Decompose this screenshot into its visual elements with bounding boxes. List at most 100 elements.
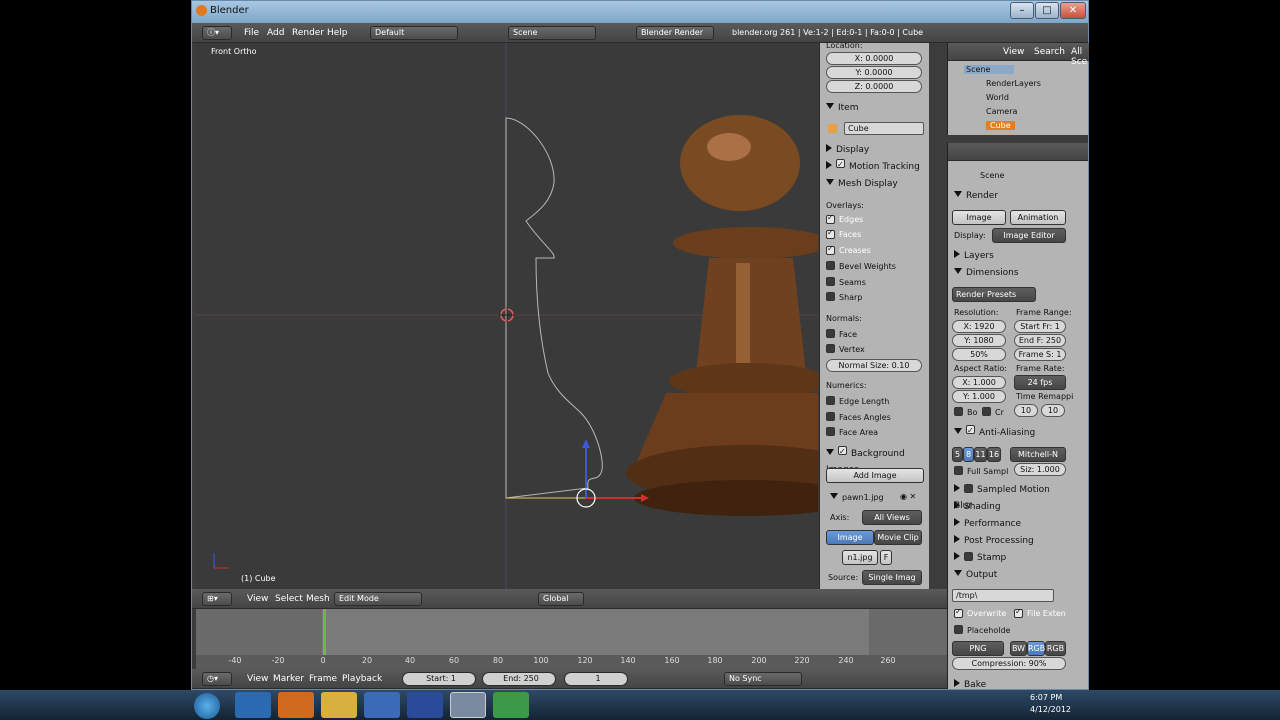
output-path-field[interactable]: /tmp\ [952,589,1054,602]
time-remap-old-field[interactable]: 10 [1014,404,1038,417]
timeline-menu-marker[interactable]: Marker [273,674,304,684]
display-select[interactable]: Image Editor [992,228,1066,243]
edges-checkbox[interactable]: Edges [826,215,863,224]
aa-samples-5[interactable]: 5 [952,447,963,462]
close-button[interactable]: ✕ [1060,2,1086,19]
background-images-section[interactable]: Background Images [822,446,926,475]
bg-image-item[interactable]: pawn1.jpg [830,493,884,502]
file-format-select[interactable]: PNG [952,641,1004,656]
layers-section[interactable]: Layers [950,248,1054,264]
frame-rate-select[interactable]: 24 fps [1014,375,1066,390]
tab-movie-clip[interactable]: Movie Clip [874,530,922,545]
render-animation-button[interactable]: Animation [1010,210,1066,225]
orientation-select[interactable]: Global [538,592,584,606]
app-icon[interactable] [493,692,529,718]
mesh-display-section[interactable]: Mesh Display [822,176,926,192]
resolution-y-field[interactable]: Y: 1080 [952,334,1006,347]
faces-checkbox[interactable]: Faces [826,230,861,239]
display-section[interactable]: Display [822,142,926,158]
outliner-scope-select[interactable]: All Sce [1071,47,1089,67]
media-player-icon[interactable] [364,692,400,718]
start-frame-input[interactable]: Start: 1 [402,672,476,686]
fake-user-button[interactable]: F [880,550,892,565]
shading-section[interactable]: Shading [950,499,1054,515]
3d-viewport[interactable]: Front Ortho (1) Cube [196,43,818,589]
ie-icon[interactable] [235,692,271,718]
color-rgb-button[interactable]: RGB [1027,641,1045,656]
border-checkbox[interactable]: Bo [954,407,977,417]
sharp-checkbox[interactable]: Sharp [826,292,862,302]
file-extensions-checkbox[interactable]: File Exten [1014,609,1066,618]
outliner-item-renderlayers[interactable]: RenderLayers [986,79,1041,88]
3d-editor-type-icon[interactable]: ⊞▾ [202,592,232,606]
firefox-icon[interactable] [278,692,314,718]
minimize-button[interactable]: – [1010,2,1034,19]
outliner-menu-search[interactable]: Search [1034,47,1065,57]
mode-select[interactable]: Edit Mode [334,592,422,606]
crop-checkbox[interactable]: Cr [982,407,1004,417]
outliner-item-camera[interactable]: Camera [986,107,1017,116]
menu-render[interactable]: Render [292,28,324,38]
scene-field[interactable]: Scene [508,26,596,40]
render-engine-select[interactable]: Blender Render [636,26,714,40]
eye-icon[interactable]: ◉ ✕ [900,492,916,501]
start-frame-field[interactable]: Start Fr: 1 [1014,320,1066,333]
normal-size-field[interactable]: Normal Size: 0.10 [826,359,922,372]
add-image-button[interactable]: Add Image [826,468,924,483]
timeline-menu-frame[interactable]: Frame [309,674,337,684]
current-frame-marker[interactable] [323,609,326,657]
timeline[interactable]: -40 -20 0 20 40 60 80 100 120 140 160 18… [196,609,947,669]
blender-taskbar-icon[interactable] [450,692,486,718]
render-image-button[interactable]: Image [952,210,1006,225]
color-bw-button[interactable]: BW [1010,641,1027,656]
timeline-editor-type-icon[interactable]: ◷▾ [202,672,232,686]
location-z-field[interactable]: Z: 0.0000 [826,80,922,93]
screen-layout-field[interactable]: Default [370,26,458,40]
performance-section[interactable]: Performance [950,516,1054,532]
timeline-menu-playback[interactable]: Playback [342,674,382,684]
render-section[interactable]: Render [950,188,1054,204]
dimensions-section[interactable]: Dimensions [950,265,1054,281]
outliner-menu-view[interactable]: View [1003,47,1024,57]
stamp-section[interactable]: Stamp [950,550,1054,566]
motion-blur-section[interactable]: Sampled Motion Blur [950,482,1054,511]
3d-menu-view[interactable]: View [247,594,268,604]
editor-type-icon[interactable]: ⓘ▾ [202,26,232,40]
aspect-x-field[interactable]: X: 1.000 [952,376,1006,389]
compression-field[interactable]: Compression: 90% [952,657,1066,670]
maximize-button[interactable]: □ [1035,2,1059,19]
image-file-field[interactable]: n1.jpg [842,550,878,565]
seams-checkbox[interactable]: Seams [826,277,866,287]
time-remap-new-field[interactable]: 10 [1041,404,1065,417]
word-icon[interactable] [407,692,443,718]
source-select[interactable]: Single Imag [862,570,922,585]
location-y-field[interactable]: Y: 0.0000 [826,66,922,79]
sync-mode-select[interactable]: No Sync [724,672,802,686]
frame-step-field[interactable]: Frame S: 1 [1014,348,1066,361]
outliner-item-world[interactable]: World [986,93,1009,102]
motion-tracking-section[interactable]: Motion Tracking [822,159,926,175]
location-x-field[interactable]: X: 0.0000 [826,52,922,65]
start-button[interactable] [194,693,220,719]
aspect-y-field[interactable]: Y: 1.000 [952,390,1006,403]
tab-image[interactable]: Image [826,530,874,545]
timeline-menu-view[interactable]: View [247,674,268,684]
normal-vertex-checkbox[interactable]: Vertex [826,344,865,354]
output-section[interactable]: Output [950,567,1054,583]
bake-section[interactable]: Bake [950,677,1054,689]
placeholders-checkbox[interactable]: Placeholde [954,625,1010,635]
filter-size-field[interactable]: Siz: 1.000 [1014,463,1066,476]
outliner-item-cube[interactable]: Cube [986,121,1015,130]
post-processing-section[interactable]: Post Processing [950,533,1054,549]
color-rgba-button[interactable]: RGB [1045,641,1066,656]
end-frame-input[interactable]: End: 250 [482,672,556,686]
aa-samples-11[interactable]: 11 [974,447,987,462]
menu-add[interactable]: Add [267,28,284,38]
render-presets-select[interactable]: Render Presets [952,287,1036,302]
faces-angles-checkbox[interactable]: Faces Angles [826,412,891,422]
aa-filter-select[interactable]: Mitchell-N [1010,447,1066,462]
aa-samples-8[interactable]: 8 [963,447,974,462]
item-section[interactable]: Item [822,100,926,116]
menu-help[interactable]: Help [327,28,348,38]
anti-aliasing-section[interactable]: Anti-Aliasing [950,425,1054,441]
